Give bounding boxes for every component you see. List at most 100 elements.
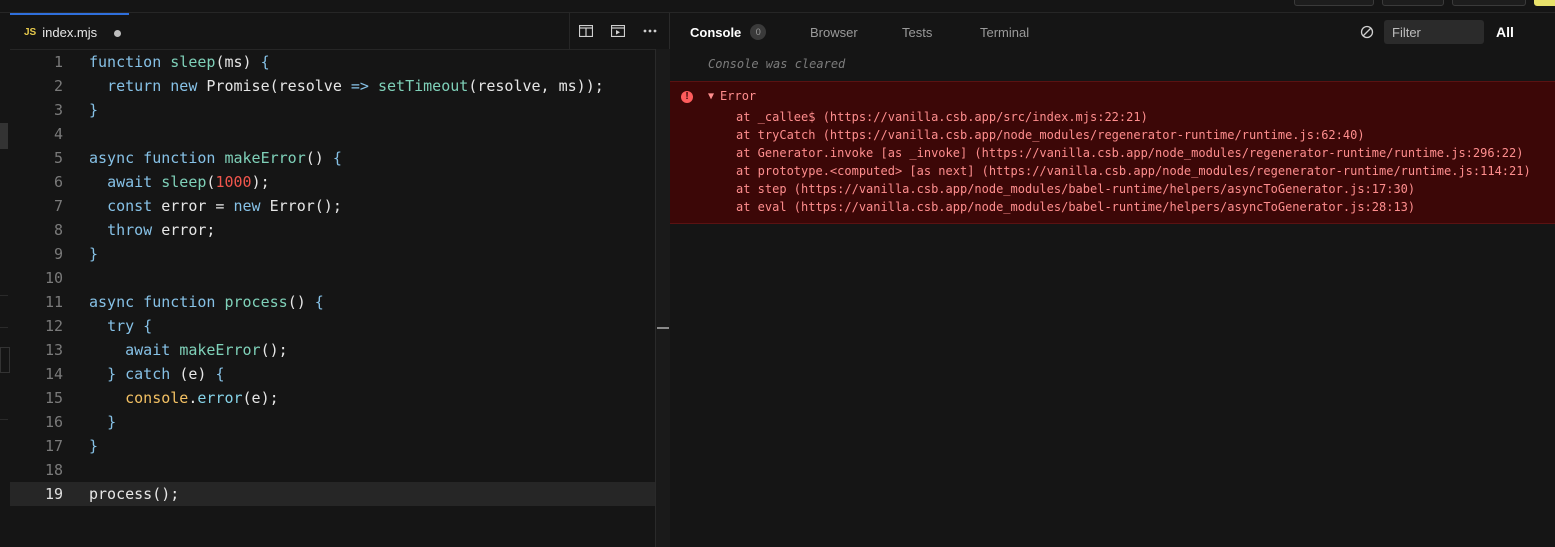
code-editor: JS index.mjs 1 function sleep(ms) {2 retu…: [10, 13, 670, 547]
editor-tab-bar: JS index.mjs: [10, 13, 669, 50]
devtools-pane: Console 0 Browser Tests Terminal Filter …: [670, 13, 1555, 547]
stack-frame[interactable]: at eval (https://vanilla.csb.app/node_mo…: [736, 198, 1531, 216]
code-token: {: [215, 365, 225, 383]
editor-tab-index-mjs[interactable]: JS index.mjs: [10, 13, 129, 49]
stack-frame[interactable]: at tryCatch (https://vanilla.csb.app/nod…: [736, 126, 1531, 144]
code-line[interactable]: 9}: [10, 242, 669, 266]
code-text: }: [89, 98, 98, 122]
code-line[interactable]: 12 try {: [10, 314, 669, 338]
unsaved-dot-icon[interactable]: [114, 30, 121, 37]
code-line[interactable]: 8 throw error;: [10, 218, 669, 242]
toolbar-button[interactable]: [1452, 0, 1526, 6]
toolbar-button[interactable]: [1294, 0, 1374, 6]
code-text: return new Promise(resolve => setTimeout…: [89, 74, 604, 98]
code-line[interactable]: 14 } catch (e) {: [10, 362, 669, 386]
code-token: error;: [161, 221, 216, 239]
code-token: try {: [107, 317, 153, 335]
sidebar-edge-mark: [0, 347, 10, 373]
code-line[interactable]: 6 await sleep(1000);: [10, 170, 669, 194]
code-line[interactable]: 4: [10, 122, 669, 146]
filter-input[interactable]: Filter: [1384, 20, 1484, 44]
tab-tests[interactable]: Tests: [902, 25, 932, 40]
console-count-badge: 0: [750, 24, 767, 40]
stack-frame[interactable]: at prototype.<computed> [as next] (https…: [736, 162, 1531, 180]
code-line[interactable]: 16 }: [10, 410, 669, 434]
stack-frame[interactable]: at _callee$ (https://vanilla.csb.app/src…: [736, 108, 1531, 126]
line-number: 19: [44, 485, 63, 503]
code-text: async function process() {: [89, 290, 324, 314]
sidebar-edge-mark: [0, 327, 8, 328]
code-token: 1000: [215, 173, 252, 191]
line-number: 12: [44, 317, 63, 335]
stack-frame[interactable]: at Generator.invoke [as _invoke] (https:…: [736, 144, 1531, 162]
code-token: process: [224, 293, 288, 311]
editor-scrollbar[interactable]: [655, 49, 670, 547]
code-area[interactable]: 1 function sleep(ms) {2 return new Promis…: [10, 50, 669, 506]
toolbar-button[interactable]: [1382, 0, 1444, 6]
toolbar-primary-button[interactable]: [1534, 0, 1555, 6]
code-line[interactable]: 1 function sleep(ms) {: [10, 50, 669, 74]
code-token: =>: [350, 77, 378, 95]
code-token: }: [89, 101, 99, 119]
code-text: } catch (e) {: [89, 362, 224, 386]
line-number: 2: [53, 77, 63, 95]
line-number: 5: [53, 149, 63, 167]
stack-trace: at _callee$ (https://vanilla.csb.app/src…: [736, 108, 1531, 216]
code-line[interactable]: 19 process();: [10, 482, 669, 506]
code-line[interactable]: 13 await makeError();: [10, 338, 669, 362]
code-text: throw error;: [89, 218, 215, 242]
code-line[interactable]: 3}: [10, 98, 669, 122]
code-line[interactable]: 15 console.error(e);: [10, 386, 669, 410]
code-token: Promise(resolve: [206, 77, 351, 95]
filter-placeholder: Filter: [1392, 24, 1421, 40]
line-number: 9: [53, 245, 63, 263]
error-icon: !: [681, 91, 693, 103]
code-text: }: [89, 434, 98, 458]
code-token: process();: [89, 485, 180, 503]
toggle-preview-button[interactable]: [602, 13, 634, 49]
line-number: 18: [44, 461, 63, 479]
editor-actions: [569, 13, 670, 49]
code-token: makeError: [179, 341, 261, 359]
code-text: }: [89, 242, 98, 266]
code-token: {: [332, 149, 342, 167]
line-number: 8: [53, 221, 63, 239]
code-token: sleep: [170, 53, 216, 71]
code-token: } catch: [107, 365, 180, 383]
sidebar-edge: [0, 13, 10, 547]
code-token: (ms): [215, 53, 261, 71]
scrollbar-thumb[interactable]: [657, 327, 669, 329]
code-token: return new: [107, 77, 207, 95]
error-header[interactable]: ▼ Error: [708, 89, 756, 103]
code-line[interactable]: 7 const error = new Error();: [10, 194, 669, 218]
expand-triangle-icon[interactable]: ▼: [708, 91, 714, 102]
tab-console[interactable]: Console 0: [690, 24, 767, 40]
error-title: Error: [720, 89, 757, 103]
code-token: function: [89, 53, 171, 71]
log-level-select[interactable]: All: [1496, 24, 1514, 40]
tab-browser[interactable]: Browser: [810, 25, 858, 40]
code-line[interactable]: 10: [10, 266, 669, 290]
code-token: ();: [260, 341, 288, 359]
more-options-button[interactable]: [634, 13, 666, 49]
code-token: Error();: [269, 197, 342, 215]
code-token: (e);: [242, 389, 279, 407]
code-token: console: [125, 389, 189, 407]
split-editor-button[interactable]: [570, 13, 602, 49]
code-line[interactable]: 2 return new Promise(resolve => setTimeo…: [10, 74, 669, 98]
code-token: const: [107, 197, 162, 215]
code-line[interactable]: 17}: [10, 434, 669, 458]
stack-frame[interactable]: at step (https://vanilla.csb.app/node_mo…: [736, 180, 1531, 198]
clear-console-icon[interactable]: [1360, 25, 1374, 39]
code-line[interactable]: 18: [10, 458, 669, 482]
tab-terminal[interactable]: Terminal: [980, 25, 1029, 40]
more-horizontal-icon: [643, 29, 657, 33]
code-line[interactable]: 5 async function makeError() {: [10, 146, 669, 170]
code-token: {: [260, 53, 270, 71]
code-token: throw: [107, 221, 162, 239]
code-line[interactable]: 11 async function process() {: [10, 290, 669, 314]
